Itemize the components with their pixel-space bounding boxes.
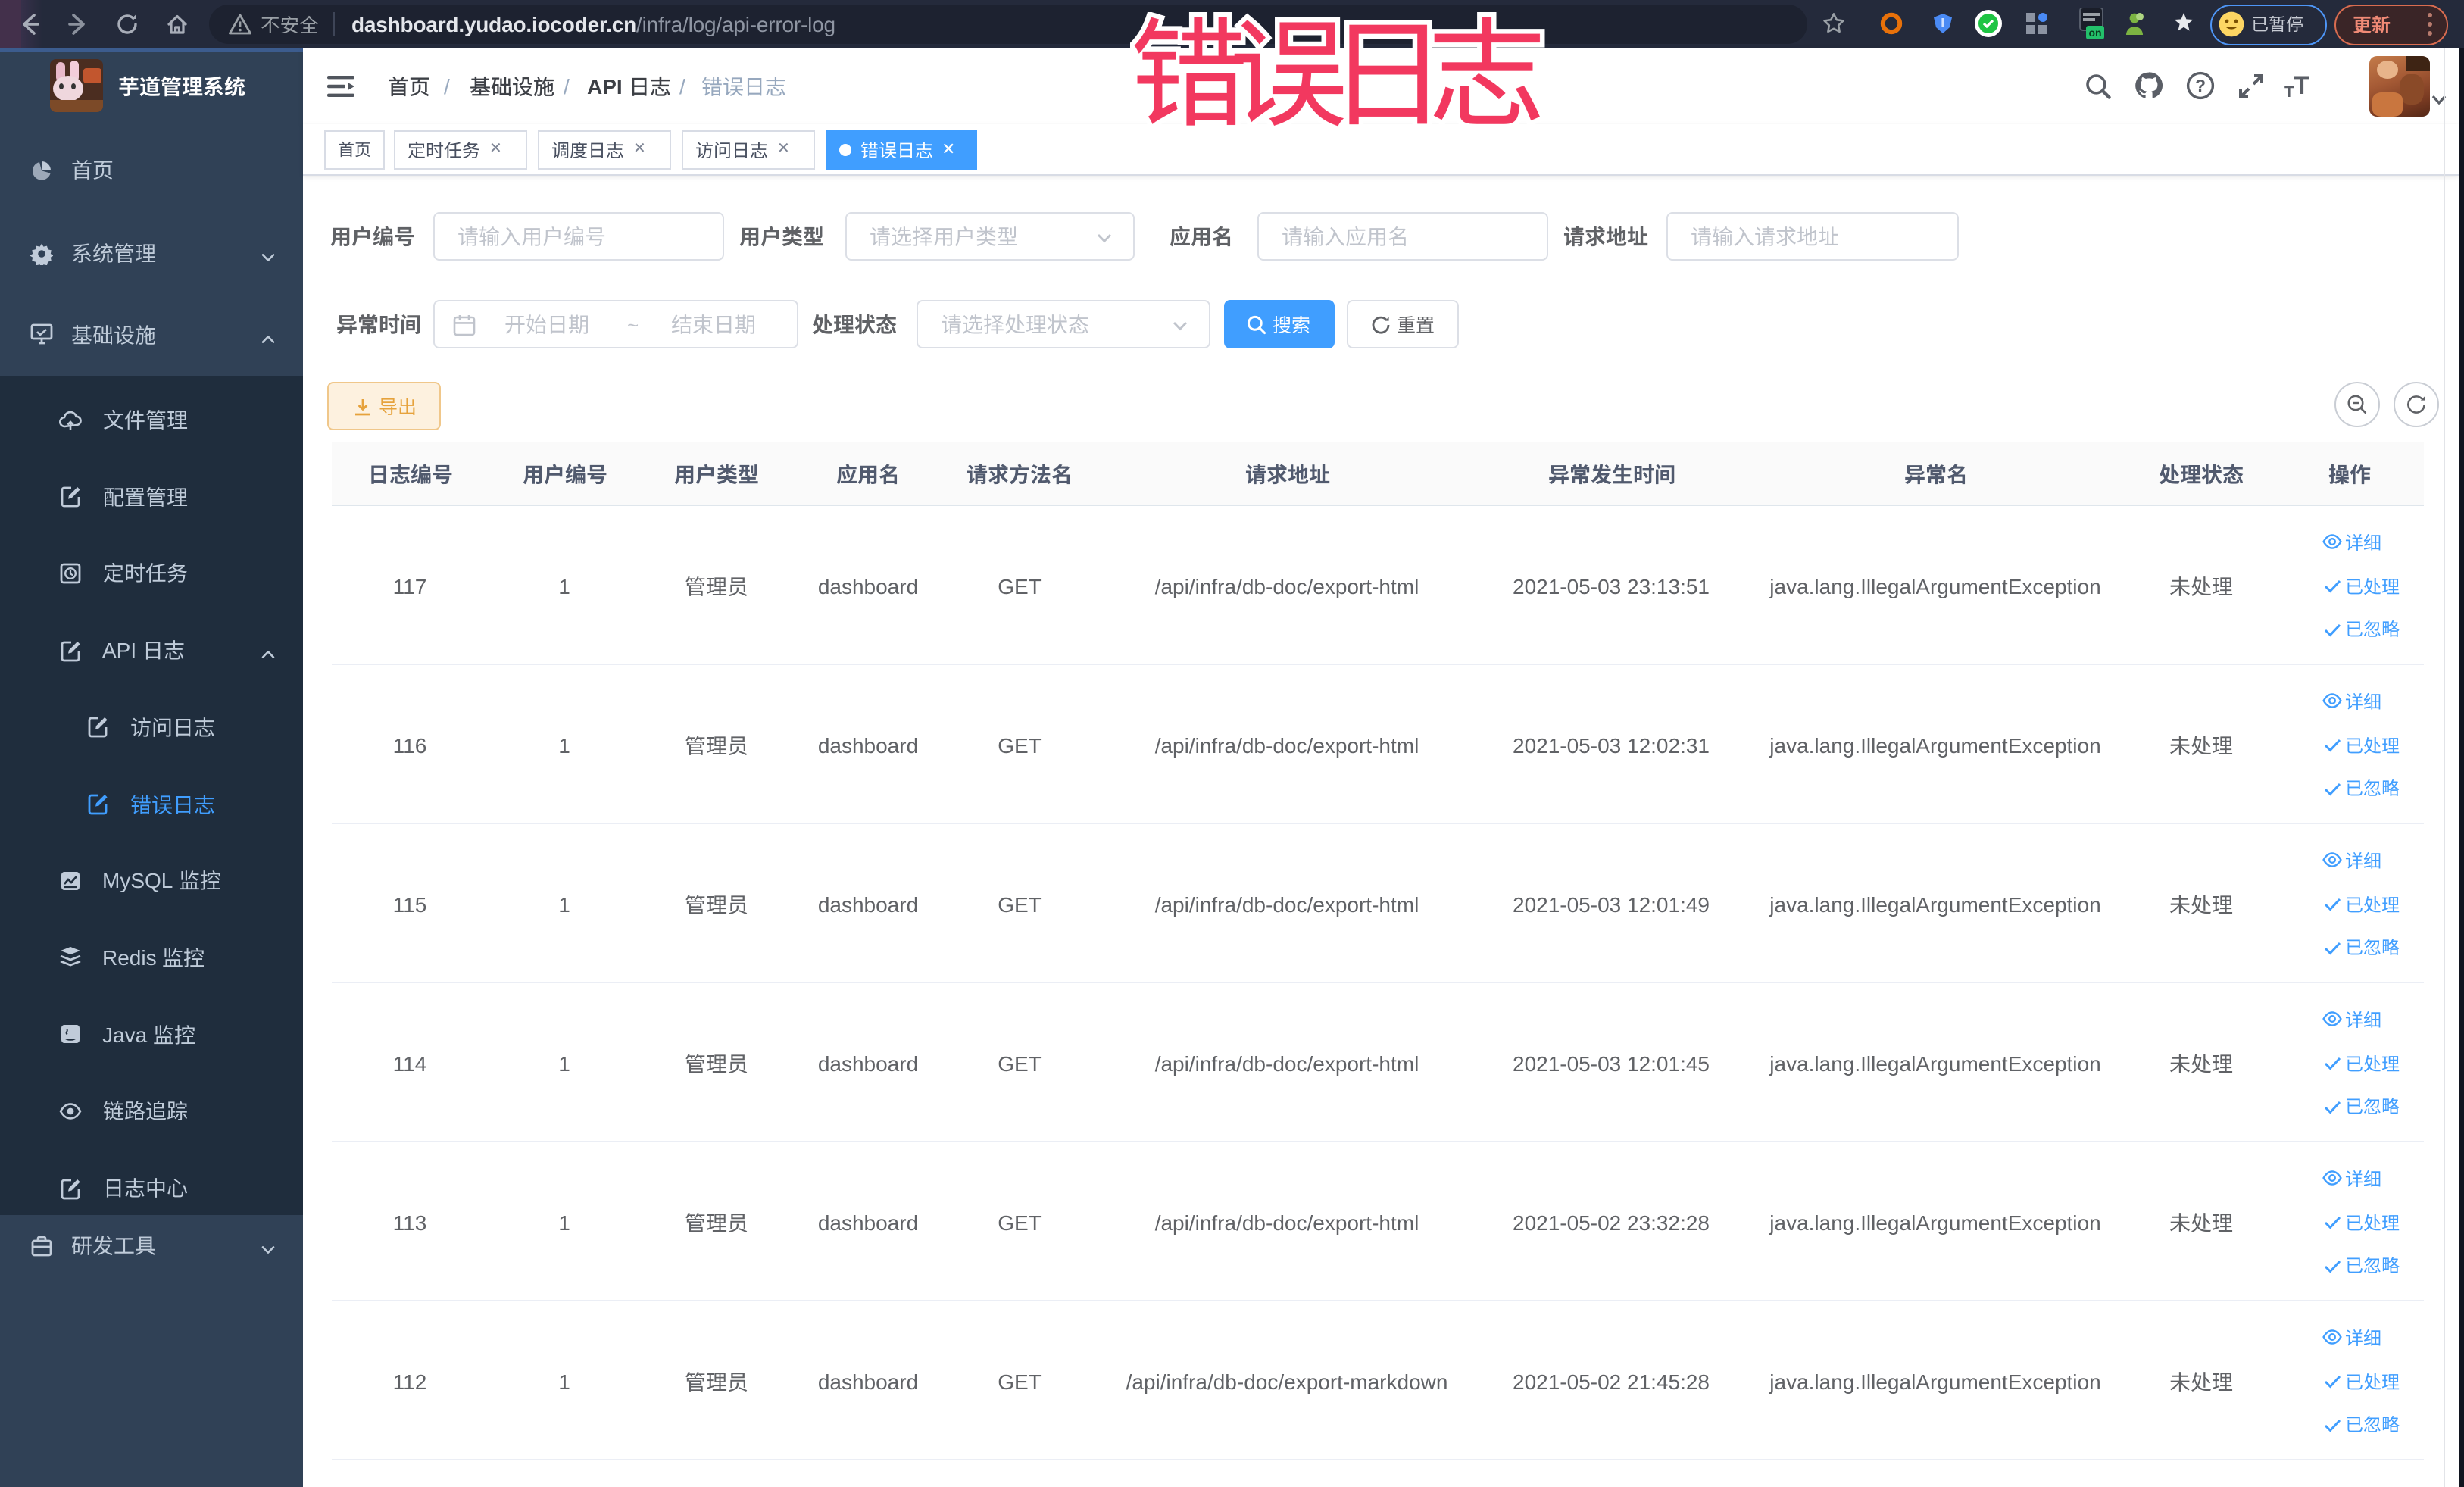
svg-text:?: ? (2195, 76, 2206, 95)
svg-text:on: on (2088, 27, 2101, 39)
